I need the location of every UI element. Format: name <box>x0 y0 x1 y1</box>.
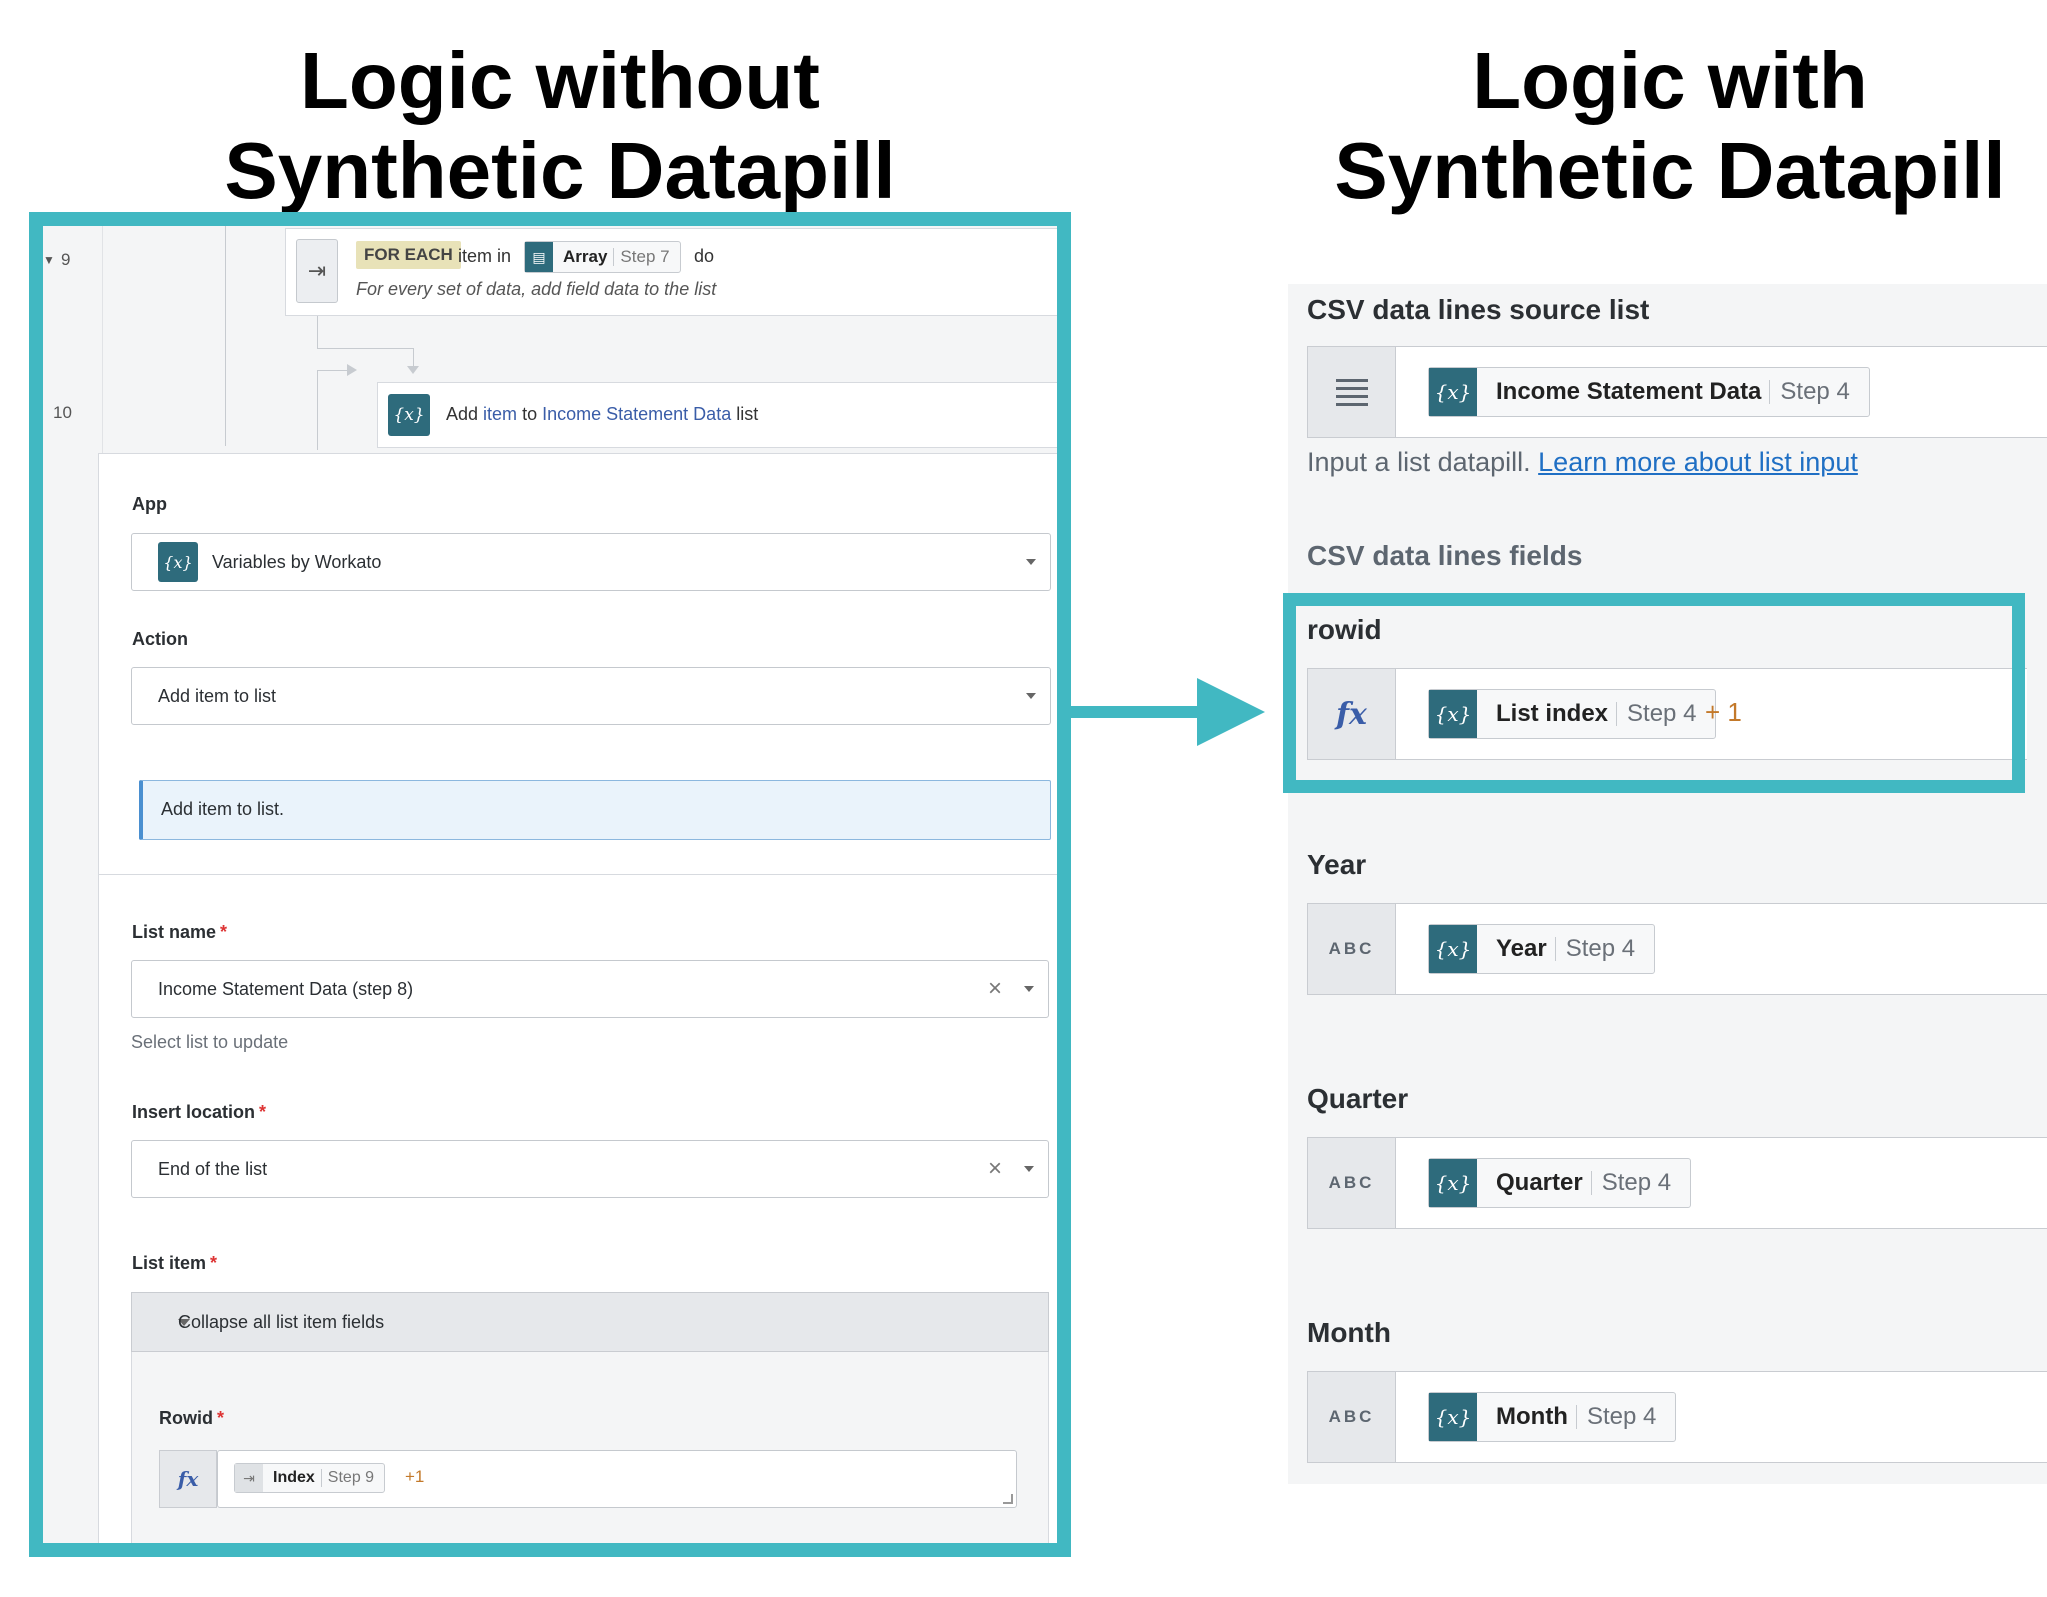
left-highlight-frame <box>29 212 1071 1557</box>
month-field[interactable]: ABC {x} Month Step 4 <box>1307 1371 2047 1463</box>
variable-icon: {x} <box>1429 1393 1477 1441</box>
abc-glyph: ABC <box>1328 1407 1375 1426</box>
year-datapill[interactable]: {x} Year Step 4 <box>1428 924 1656 974</box>
variable-icon: {x} <box>1429 1159 1477 1207</box>
source-list-field[interactable]: {x} Income Statement Data Step 4 <box>1307 346 2047 438</box>
right-headline: Logic with Synthetic Datapill <box>1310 36 2030 216</box>
variable-icon: {x} <box>1429 925 1477 973</box>
year-datapill-name: Year <box>1496 935 1547 962</box>
transition-arrow <box>1071 706 1201 718</box>
csv-config-panel: CSV data lines source list {x} Income St… <box>1288 284 2047 1484</box>
month-datapill-step: Step 4 <box>1586 1403 1657 1430</box>
abc-glyph: ABC <box>1328 1173 1375 1192</box>
month-datapill[interactable]: {x} Month Step 4 <box>1428 1392 1677 1442</box>
income-statement-datapill-name: Income Statement Data <box>1496 378 1762 405</box>
left-headline-line1: Logic without <box>300 36 820 125</box>
income-statement-datapill[interactable]: {x} Income Statement Data Step 4 <box>1428 367 1870 417</box>
quarter-datapill[interactable]: {x} Quarter Step 4 <box>1428 1158 1692 1208</box>
abc-glyph: ABC <box>1328 939 1375 958</box>
left-headline: Logic without Synthetic Datapill <box>160 36 960 216</box>
list-icon <box>1308 347 1396 437</box>
text-type-icon: ABC <box>1308 1138 1396 1228</box>
year-field[interactable]: ABC {x} Year Step 4 <box>1307 903 2047 995</box>
variable-icon: {x} <box>1429 368 1477 416</box>
source-list-label: CSV data lines source list <box>1307 294 1650 325</box>
rowid-highlight-frame <box>1283 593 2025 793</box>
source-list-hint-text: Input a list datapill. <box>1307 447 1531 477</box>
quarter-field-label: Quarter <box>1307 1083 1409 1114</box>
learn-more-link[interactable]: Learn more about list input <box>1538 447 1858 477</box>
fields-section-label: CSV data lines fields <box>1307 540 1583 571</box>
right-headline-line2: Synthetic Datapill <box>1334 126 2006 215</box>
year-datapill-step: Step 4 <box>1565 935 1636 962</box>
month-datapill-name: Month <box>1496 1403 1568 1430</box>
quarter-datapill-name: Quarter <box>1496 1169 1583 1196</box>
quarter-datapill-step: Step 4 <box>1601 1169 1672 1196</box>
left-headline-line2: Synthetic Datapill <box>224 126 896 215</box>
text-type-icon: ABC <box>1308 904 1396 994</box>
right-headline-line1: Logic with <box>1472 36 1868 125</box>
arrow-right-icon <box>1197 678 1265 746</box>
text-type-icon: ABC <box>1308 1372 1396 1462</box>
quarter-field[interactable]: ABC {x} Quarter Step 4 <box>1307 1137 2047 1229</box>
income-statement-datapill-step: Step 4 <box>1780 378 1850 405</box>
month-field-label: Month <box>1307 1317 1391 1348</box>
year-field-label: Year <box>1307 849 1367 880</box>
source-list-hint: Input a list datapill. Learn more about … <box>1307 447 1858 478</box>
